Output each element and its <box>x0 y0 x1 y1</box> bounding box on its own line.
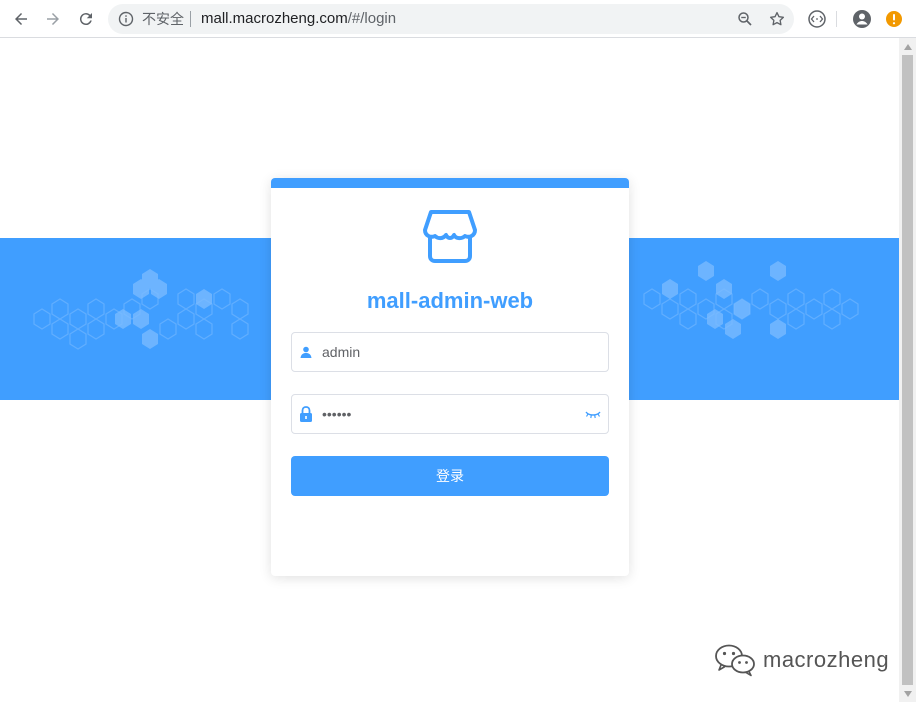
watermark: macrozheng <box>713 643 889 677</box>
scroll-up-button[interactable] <box>899 38 916 55</box>
scroll-down-button[interactable] <box>899 685 916 702</box>
alert-icon[interactable] <box>884 9 904 29</box>
security-label: 不安全 <box>142 11 184 27</box>
reload-icon <box>79 13 92 26</box>
address-bar[interactable]: 不安全 mall.macrozheng.com/#/login <box>108 4 794 34</box>
lock-icon <box>298 405 314 423</box>
forward-button[interactable] <box>41 7 65 31</box>
account-icon[interactable] <box>852 9 872 29</box>
wechat-icon <box>715 644 755 677</box>
omnibox-divider <box>190 11 191 27</box>
login-button[interactable]: 登录 <box>291 456 609 496</box>
username-input[interactable] <box>322 333 582 371</box>
star-icon[interactable] <box>768 10 786 28</box>
username-field[interactable] <box>291 332 609 372</box>
toolbar-divider <box>836 11 837 27</box>
back-icon <box>15 13 27 25</box>
page-viewport: mall-admin-web 登录 <box>0 38 899 702</box>
scroll-up-icon <box>903 43 912 50</box>
back-button[interactable] <box>9 7 33 31</box>
browser-toolbar: 不安全 mall.macrozheng.com/#/login <box>0 0 916 38</box>
url-path: /#/login <box>347 10 397 27</box>
url-text[interactable]: mall.macrozheng.com/#/login <box>201 10 396 28</box>
app-title: mall-admin-web <box>366 288 534 313</box>
url-host: mall.macrozheng.com <box>201 10 348 27</box>
user-icon <box>298 343 314 361</box>
password-input[interactable] <box>322 395 582 433</box>
login-card: mall-admin-web 登录 <box>271 178 629 576</box>
reload-button[interactable] <box>74 7 98 31</box>
info-icon[interactable] <box>118 11 134 27</box>
forward-icon <box>47 13 59 25</box>
scroll-down-icon <box>903 690 912 697</box>
shop-logo-icon <box>423 210 477 263</box>
vertical-scrollbar[interactable] <box>899 38 916 702</box>
watermark-text: macrozheng <box>763 647 890 672</box>
zoom-icon[interactable] <box>736 10 754 28</box>
eye-closed-icon[interactable] <box>584 407 602 421</box>
hexagon-pattern-right <box>643 261 859 339</box>
hexagon-pattern-left <box>33 269 249 350</box>
password-field[interactable] <box>291 394 609 434</box>
scroll-thumb[interactable] <box>902 55 913 685</box>
extension-icon[interactable] <box>807 9 827 29</box>
